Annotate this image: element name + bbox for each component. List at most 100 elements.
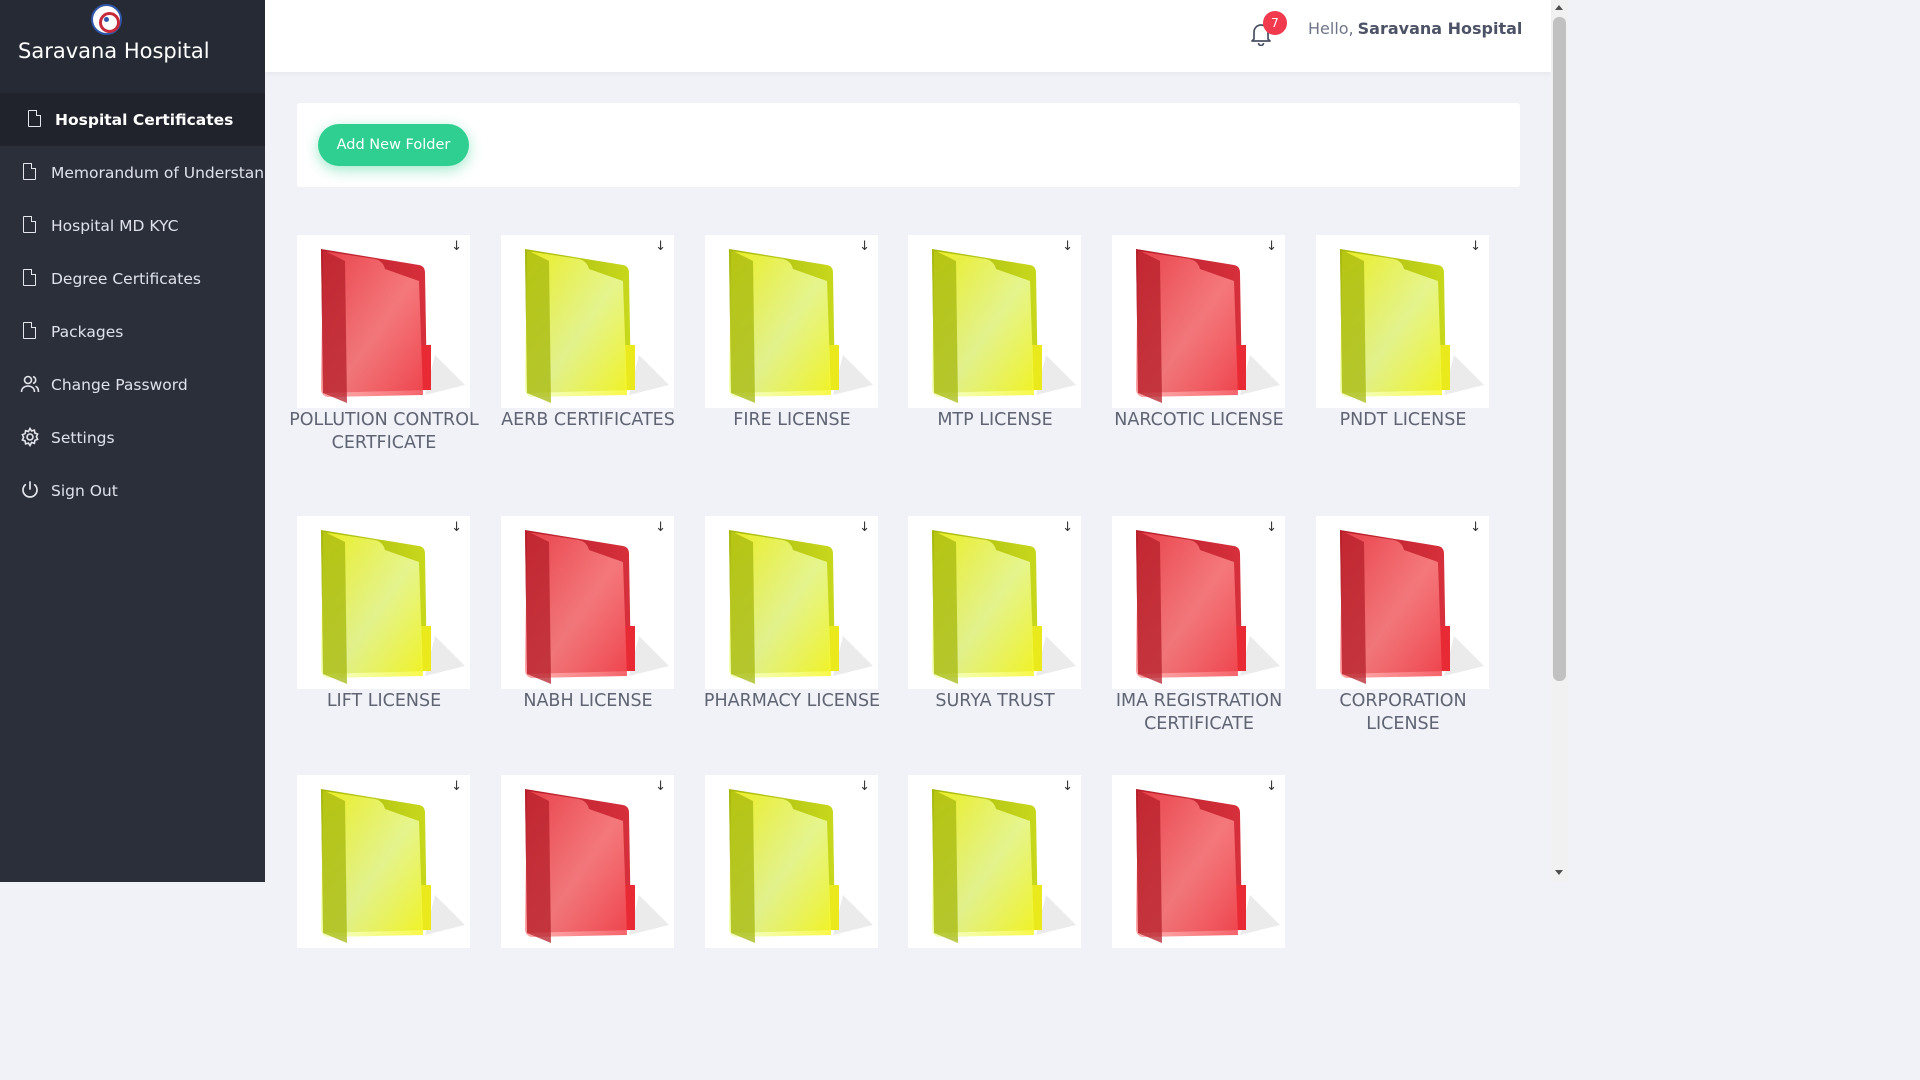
sidebar-item-label: Hospital Certificates — [55, 110, 234, 129]
folder-label: IMA REGISTRATION CERTIFICATE — [1115, 691, 1283, 734]
folder-thumbnail[interactable]: ↓ — [1112, 775, 1285, 948]
power-icon — [20, 480, 40, 500]
folder-tile[interactable]: ↓ SURYA TRUST — [908, 516, 1081, 713]
scroll-up-arrow-icon[interactable] — [1555, 5, 1563, 10]
folder-actions-card: Add New Folder — [297, 103, 1520, 187]
folder-tile[interactable]: ↓ — [297, 775, 470, 949]
folder-thumbnail[interactable]: ↓ — [297, 235, 470, 408]
folder-label: NARCOTIC LICENSE — [1114, 410, 1284, 430]
sidebar-item-sign-out[interactable]: Sign Out — [0, 464, 265, 517]
folder-icon — [321, 530, 465, 684]
sidebar-item-memorandum[interactable]: Memorandum of Understanding — [0, 146, 265, 199]
folder-icon — [932, 789, 1076, 943]
sidebar-item-label: Memorandum of Understanding — [51, 163, 265, 182]
document-icon — [20, 162, 40, 182]
folder-tile[interactable]: ↓ LIFT LICENSE — [297, 516, 470, 713]
sidebar-item-label: Settings — [51, 428, 115, 447]
folder-icon — [1340, 249, 1484, 403]
folder-tile[interactable]: ↓ IMA REGISTRATION CERTIFICATE — [1112, 516, 1285, 735]
brand: Saravana Hospital — [0, 0, 265, 93]
folder-icon — [525, 530, 669, 684]
folder-thumbnail[interactable]: ↓ — [1316, 235, 1489, 408]
sidebar-item-label: Degree Certificates — [51, 269, 201, 288]
folder-label: AERB CERTIFICATES — [501, 410, 675, 430]
folder-label: FIRE LICENSE — [733, 410, 851, 430]
sidebar-item-hospital-certificates[interactable]: Hospital Certificates — [0, 93, 265, 146]
document-icon — [20, 215, 40, 235]
document-icon — [25, 109, 45, 129]
folder-thumbnail[interactable]: ↓ — [297, 775, 470, 948]
folder-thumbnail[interactable]: ↓ — [1112, 516, 1285, 689]
folder-icon — [1136, 789, 1280, 943]
sidebar-item-label: Hospital MD KYC — [51, 216, 179, 235]
user-name: Saravana Hospital — [1357, 19, 1523, 38]
sidebar-item-change-password[interactable]: Change Password — [0, 358, 265, 411]
scroll-down-arrow-icon[interactable] — [1555, 870, 1563, 875]
greeting-text: Hello, — [1308, 19, 1354, 38]
folder-tile[interactable]: ↓ PNDT LICENSE — [1316, 235, 1489, 432]
folder-thumbnail[interactable]: ↓ — [297, 516, 470, 689]
folder-tile[interactable]: ↓ — [1112, 775, 1285, 949]
add-new-folder-button[interactable]: Add New Folder — [318, 124, 469, 166]
sidebar-nav: Hospital Certificates Memorandum of Unde… — [0, 93, 265, 517]
sidebar-item-md-kyc[interactable]: Hospital MD KYC — [0, 199, 265, 252]
folder-icon — [525, 249, 669, 403]
folder-label: PHARMACY LICENSE — [703, 691, 881, 711]
notification-badge[interactable]: 7 — [1263, 11, 1287, 35]
folder-label: MTP LICENSE — [937, 410, 1053, 430]
folder-label: CORPORATION LICENSE — [1339, 691, 1467, 734]
folder-tile[interactable]: ↓ NARCOTIC LICENSE — [1112, 235, 1285, 432]
document-icon — [20, 268, 40, 288]
folder-tile[interactable]: ↓ POLLUTION CONTROL CERTFICATE — [289, 235, 479, 454]
folder-icon — [1136, 249, 1280, 403]
hospital-logo-icon — [91, 4, 122, 35]
sidebar: Saravana Hospital Hospital Certificates … — [0, 0, 265, 882]
user-greeting[interactable]: Hello, Saravana Hospital — [1308, 19, 1522, 38]
folder-thumbnail[interactable]: ↓ — [501, 775, 674, 948]
folder-tile[interactable]: ↓ — [705, 775, 878, 949]
folder-thumbnail[interactable]: ↓ — [908, 235, 1081, 408]
folder-tile[interactable]: ↓ MTP LICENSE — [908, 235, 1081, 432]
gear-icon — [20, 426, 40, 448]
folder-tile[interactable]: ↓ AERB CERTIFICATES — [501, 235, 675, 432]
folder-icon — [321, 789, 465, 943]
folder-tile[interactable]: ↓ FIRE LICENSE — [705, 235, 878, 432]
folder-thumbnail[interactable]: ↓ — [501, 516, 674, 689]
folder-icon — [932, 249, 1076, 403]
folder-tile[interactable]: ↓ CORPORATION LICENSE — [1316, 516, 1489, 735]
folder-thumbnail[interactable]: ↓ — [908, 775, 1081, 948]
folder-tile[interactable]: ↓ — [501, 775, 674, 949]
folder-label: LIFT LICENSE — [326, 691, 442, 711]
folder-tile[interactable]: ↓ PHARMACY LICENSE — [704, 516, 880, 713]
folder-label: POLLUTION CONTROL CERTFICATE — [289, 410, 479, 453]
folder-icon — [932, 530, 1076, 684]
folder-icon — [729, 789, 873, 943]
folder-thumbnail[interactable]: ↓ — [1112, 235, 1285, 408]
folder-thumbnail[interactable]: ↓ — [705, 516, 878, 689]
sidebar-item-packages[interactable]: Packages — [0, 305, 265, 358]
folder-icon — [729, 249, 873, 403]
folder-icon — [729, 530, 873, 684]
folder-tile[interactable]: ↓ — [908, 775, 1081, 949]
folder-label: NABH LICENSE — [523, 691, 653, 711]
page-scrollbar[interactable] — [1551, 0, 1568, 882]
folder-label: SURYA TRUST — [935, 691, 1055, 711]
users-icon — [20, 374, 40, 394]
sidebar-item-settings[interactable]: Settings — [0, 411, 265, 464]
top-bar: 7 Hello, Saravana Hospital — [265, 0, 1551, 72]
folder-thumbnail[interactable]: ↓ — [705, 235, 878, 408]
folder-icon — [525, 789, 669, 943]
folder-icon — [321, 249, 465, 403]
folder-tile[interactable]: ↓ NABH LICENSE — [501, 516, 674, 713]
folder-icon — [1340, 530, 1484, 684]
folder-icon — [1136, 530, 1280, 684]
scrollbar-thumb[interactable] — [1553, 17, 1566, 681]
folder-thumbnail[interactable]: ↓ — [1316, 516, 1489, 689]
brand-name: Saravana Hospital — [18, 39, 210, 63]
folder-label: PNDT LICENSE — [1339, 410, 1467, 430]
sidebar-item-degree-certificates[interactable]: Degree Certificates — [0, 252, 265, 305]
folder-thumbnail[interactable]: ↓ — [705, 775, 878, 948]
folder-thumbnail[interactable]: ↓ — [501, 235, 674, 408]
sidebar-item-label: Packages — [51, 322, 124, 341]
folder-thumbnail[interactable]: ↓ — [908, 516, 1081, 689]
